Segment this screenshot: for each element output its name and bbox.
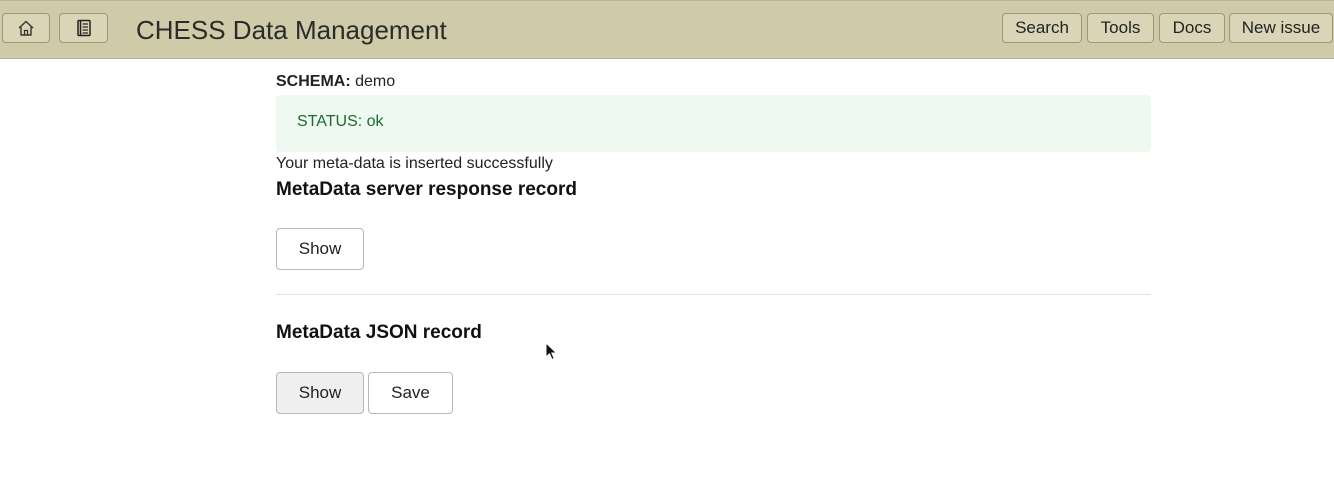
mouse-pointer-icon — [545, 341, 559, 367]
book-icon — [76, 19, 92, 37]
app-title: CHESS Data Management — [136, 15, 447, 45]
status-text: STATUS: ok — [297, 113, 384, 130]
section-divider — [276, 294, 1151, 295]
new-issue-nav-button[interactable]: New issue — [1229, 13, 1333, 43]
status-box: STATUS: ok — [276, 95, 1151, 152]
schema-value: demo — [355, 73, 396, 90]
search-nav-button[interactable]: Search — [1002, 13, 1082, 43]
home-button[interactable] — [2, 13, 50, 43]
top-nav-bar: CHESS Data Management Search Tools Docs … — [0, 0, 1334, 59]
server-response-heading: MetaData server response record — [276, 179, 577, 200]
save-json-button[interactable]: Save — [368, 372, 453, 414]
show-response-button[interactable]: Show — [276, 228, 364, 270]
success-message: Your meta-data is inserted successfully — [276, 155, 553, 172]
show-json-button[interactable]: Show — [276, 372, 364, 414]
schema-line: SCHEMA: demo — [276, 73, 395, 91]
docs-nav-button[interactable]: Docs — [1159, 13, 1225, 43]
tools-nav-button[interactable]: Tools — [1087, 13, 1154, 43]
home-icon — [17, 19, 35, 37]
json-record-heading: MetaData JSON record — [276, 322, 482, 343]
docs-book-button[interactable] — [59, 13, 108, 43]
schema-label: SCHEMA: — [276, 73, 351, 90]
